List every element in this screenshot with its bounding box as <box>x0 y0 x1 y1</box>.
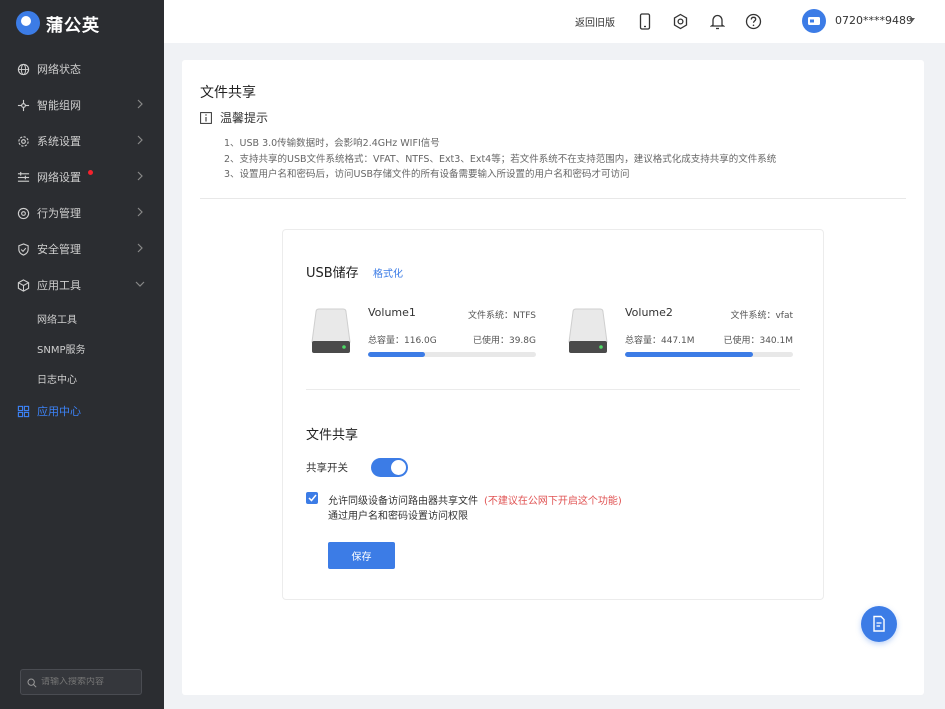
tip-line: 3、设置用户名和密码后，访问USB存储文件的所有设备需要输入所设置的用户名和密码… <box>224 166 630 180</box>
eye-icon <box>16 206 30 220</box>
volume-total: 总容量：116.0G <box>368 333 437 346</box>
sidebar-search <box>20 669 142 695</box>
volume-used: 已使用：39.8G <box>473 333 536 346</box>
bell-icon[interactable] <box>707 11 727 31</box>
sidebar-item-app-tools[interactable]: 应用工具 <box>0 267 164 303</box>
edit-document-icon <box>871 615 887 633</box>
file-share-title: 文件共享 <box>306 424 358 443</box>
feedback-fab-button[interactable] <box>861 606 897 642</box>
sidebar-subitem-label: SNMP服务 <box>37 341 86 356</box>
sliders-icon <box>16 170 30 184</box>
volume-filesystem: 文件系统：vfat <box>730 308 793 321</box>
checkmark-icon <box>308 494 317 502</box>
divider <box>306 389 800 390</box>
sidebar-item-label: 系统设置 <box>37 133 81 149</box>
account-phone[interactable]: 0720****9489 <box>835 14 913 27</box>
robot-assistant-icon[interactable] <box>670 11 690 31</box>
usage-bar <box>625 352 793 357</box>
caret-down-icon[interactable] <box>909 18 915 22</box>
sidebar-item-behavior-management[interactable]: 行为管理 <box>0 195 164 231</box>
volume-filesystem: 文件系统：NTFS <box>468 308 536 321</box>
sidebar-item-label: 网络设置 <box>37 169 81 185</box>
share-switch-label: 共享开关 <box>306 460 348 475</box>
logo[interactable]: 蒲公英 <box>16 10 100 36</box>
volume-name: Volume1 <box>368 306 416 319</box>
usage-bar-fill <box>368 352 425 357</box>
sidebar-nav: 网络状态 智能组网 系统设置 网络设置 <box>0 51 164 429</box>
app-name: 蒲公英 <box>46 11 100 36</box>
chevron-right-icon <box>134 134 146 146</box>
volume-total: 总容量：447.1M <box>625 333 695 346</box>
chevron-right-icon <box>134 170 146 182</box>
dandelion-logo-icon <box>16 11 40 35</box>
usb-storage-title: USB储存 <box>306 262 359 281</box>
sidebar-subitem-network-tools[interactable]: 网络工具 <box>0 303 164 333</box>
tips-title: 温馨提示 <box>220 109 268 126</box>
gear-icon <box>16 134 30 148</box>
back-to-old-version-link[interactable]: 返回旧版 <box>575 14 615 29</box>
sidebar-item-label: 行为管理 <box>37 205 81 221</box>
sidebar-item-security-management[interactable]: 安全管理 <box>0 231 164 267</box>
sidebar-item-label: 应用中心 <box>37 403 81 419</box>
notification-dot <box>88 170 93 175</box>
chevron-right-icon <box>134 242 146 254</box>
avatar[interactable] <box>802 9 826 33</box>
hard-disk-icon <box>567 308 609 356</box>
sidebar-subitem-snmp[interactable]: SNMP服务 <box>0 333 164 363</box>
sidebar-item-system-settings[interactable]: 系统设置 <box>0 123 164 159</box>
sidebar-subitem-label: 日志中心 <box>37 371 77 386</box>
checkbox-label-text: 允许同级设备访问路由器共享文件 <box>328 496 478 507</box>
cube-icon <box>16 278 30 292</box>
volume-used: 已使用：340.1M <box>723 333 793 346</box>
usage-bar <box>368 352 536 357</box>
volume-name: Volume2 <box>625 306 673 319</box>
info-icon <box>200 112 212 124</box>
mobile-phone-icon[interactable] <box>635 11 655 31</box>
hard-disk-icon <box>310 308 352 356</box>
chevron-right-icon <box>134 98 146 110</box>
usage-bar-fill <box>625 352 753 357</box>
sidebar-subitem-label: 网络工具 <box>37 311 77 326</box>
shield-icon <box>16 242 30 256</box>
sidebar-subitem-log-center[interactable]: 日志中心 <box>0 363 164 393</box>
checkbox-label[interactable]: 允许同级设备访问路由器共享文件 (不建议在公网下开启这个功能) <box>328 492 622 507</box>
tip-line: 1、USB 3.0传输数据时，会影响2.4GHz WIFI信号 <box>224 135 440 149</box>
top-header: 返回旧版 0720****9489 <box>164 0 945 43</box>
tips-header: 温馨提示 <box>200 109 268 126</box>
sidebar-item-label: 应用工具 <box>37 277 81 293</box>
sidebar: 蒲公英 网络状态 智能组网 系统设置 网络设置 <box>0 0 164 709</box>
sidebar-item-label: 网络状态 <box>37 61 81 77</box>
chevron-right-icon <box>134 206 146 218</box>
sidebar-item-label: 安全管理 <box>37 241 81 257</box>
main-card: 文件共享 温馨提示 1、USB 3.0传输数据时，会影响2.4GHz WIFI信… <box>182 60 924 695</box>
sidebar-item-network-settings[interactable]: 网络设置 <box>0 159 164 195</box>
allow-peer-access-checkbox[interactable] <box>306 492 318 504</box>
divider <box>200 198 906 199</box>
sidebar-item-network-status[interactable]: 网络状态 <box>0 51 164 87</box>
usb-share-panel: USB储存 格式化 Volume1 文件系统：NTFS 总容量：116.0G 已… <box>282 229 824 600</box>
save-button[interactable]: 保存 <box>328 542 395 569</box>
globe-icon <box>16 62 30 76</box>
share-toggle[interactable] <box>371 458 408 477</box>
checkbox-label-line2: 通过用户名和密码设置访问权限 <box>328 507 468 522</box>
help-question-icon[interactable] <box>743 11 763 31</box>
chevron-down-icon <box>134 278 146 290</box>
volume-card: Volume1 文件系统：NTFS 总容量：116.0G 已使用：39.8G <box>310 306 536 366</box>
network-icon <box>16 98 30 112</box>
search-input[interactable] <box>41 677 136 687</box>
checkbox-warning: (不建议在公网下开启这个功能) <box>484 496 622 507</box>
page-title: 文件共享 <box>200 82 256 102</box>
tip-line: 2、支持共享的USB文件系统格式：VFAT、NTFS、Ext3、Ext4等；若文… <box>224 151 776 165</box>
sidebar-item-app-center[interactable]: 应用中心 <box>0 393 164 429</box>
sidebar-item-label: 智能组网 <box>37 97 81 113</box>
grid-icon <box>16 404 30 418</box>
format-link[interactable]: 格式化 <box>373 265 403 280</box>
volume-card: Volume2 文件系统：vfat 总容量：447.1M 已使用：340.1M <box>567 306 793 366</box>
sidebar-item-smart-network[interactable]: 智能组网 <box>0 87 164 123</box>
toggle-knob <box>391 460 406 475</box>
search-icon <box>27 673 37 692</box>
